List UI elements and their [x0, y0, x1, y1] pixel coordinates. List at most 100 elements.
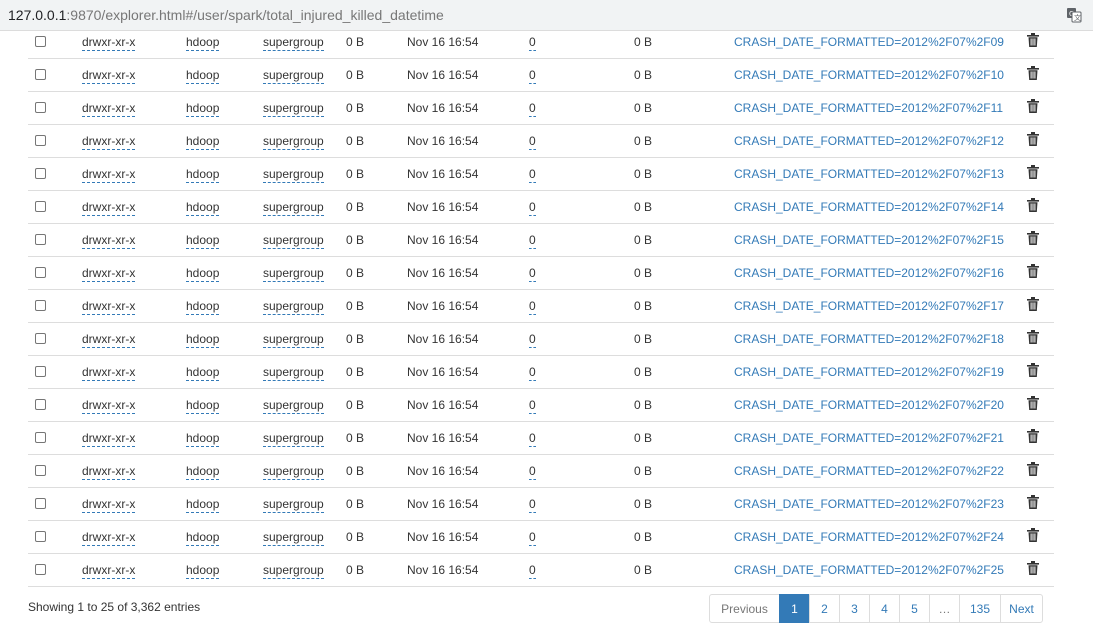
replication-cell[interactable]: 0 [529, 497, 536, 513]
permission-cell[interactable]: drwxr-xr-x [82, 134, 136, 150]
permission-cell[interactable]: drwxr-xr-x [82, 497, 136, 513]
group-cell[interactable]: supergroup [263, 365, 324, 381]
trash-icon[interactable] [1027, 165, 1039, 179]
directory-name-link[interactable]: CRASH_DATE_FORMATTED=2012%2F07%2F23 [734, 497, 1004, 511]
group-cell[interactable]: supergroup [263, 35, 324, 51]
page-5-button[interactable]: 5 [899, 594, 930, 623]
group-cell[interactable]: supergroup [263, 101, 324, 117]
directory-name-link[interactable]: CRASH_DATE_FORMATTED=2012%2F07%2F16 [734, 266, 1004, 280]
row-checkbox[interactable] [35, 399, 46, 410]
row-checkbox[interactable] [35, 168, 46, 179]
page-1-button[interactable]: 1 [779, 594, 810, 623]
trash-icon[interactable] [1027, 561, 1039, 575]
owner-cell[interactable]: hdoop [186, 464, 220, 480]
group-cell[interactable]: supergroup [263, 563, 324, 579]
group-cell[interactable]: supergroup [263, 497, 324, 513]
replication-cell[interactable]: 0 [529, 134, 536, 150]
row-checkbox[interactable] [35, 531, 46, 542]
trash-icon[interactable] [1027, 429, 1039, 443]
directory-name-link[interactable]: CRASH_DATE_FORMATTED=2012%2F07%2F15 [734, 233, 1004, 247]
page-2-button[interactable]: 2 [809, 594, 840, 623]
group-cell[interactable]: supergroup [263, 134, 324, 150]
directory-name-link[interactable]: CRASH_DATE_FORMATTED=2012%2F07%2F14 [734, 200, 1004, 214]
replication-cell[interactable]: 0 [529, 35, 536, 51]
replication-cell[interactable]: 0 [529, 398, 536, 414]
permission-cell[interactable]: drwxr-xr-x [82, 68, 136, 84]
replication-cell[interactable]: 0 [529, 332, 536, 348]
permission-cell[interactable]: drwxr-xr-x [82, 563, 136, 579]
directory-name-link[interactable]: CRASH_DATE_FORMATTED=2012%2F07%2F10 [734, 68, 1004, 82]
owner-cell[interactable]: hdoop [186, 266, 220, 282]
trash-icon[interactable] [1027, 132, 1039, 146]
permission-cell[interactable]: drwxr-xr-x [82, 101, 136, 117]
row-checkbox[interactable] [35, 102, 46, 113]
trash-icon[interactable] [1027, 396, 1039, 410]
row-checkbox[interactable] [35, 498, 46, 509]
owner-cell[interactable]: hdoop [186, 530, 220, 546]
owner-cell[interactable]: hdoop [186, 563, 220, 579]
owner-cell[interactable]: hdoop [186, 167, 220, 183]
group-cell[interactable]: supergroup [263, 266, 324, 282]
directory-name-link[interactable]: CRASH_DATE_FORMATTED=2012%2F07%2F12 [734, 134, 1004, 148]
trash-icon[interactable] [1027, 528, 1039, 542]
trash-icon[interactable] [1027, 462, 1039, 476]
owner-cell[interactable]: hdoop [186, 398, 220, 414]
directory-name-link[interactable]: CRASH_DATE_FORMATTED=2012%2F07%2F25 [734, 563, 1004, 577]
owner-cell[interactable]: hdoop [186, 365, 220, 381]
translate-icon[interactable]: G 文 [1066, 7, 1082, 23]
replication-cell[interactable]: 0 [529, 431, 536, 447]
trash-icon[interactable] [1027, 231, 1039, 245]
owner-cell[interactable]: hdoop [186, 68, 220, 84]
replication-cell[interactable]: 0 [529, 68, 536, 84]
trash-icon[interactable] [1027, 264, 1039, 278]
row-checkbox[interactable] [35, 333, 46, 344]
replication-cell[interactable]: 0 [529, 233, 536, 249]
row-checkbox[interactable] [35, 201, 46, 212]
page-3-button[interactable]: 3 [839, 594, 870, 623]
directory-name-link[interactable]: CRASH_DATE_FORMATTED=2012%2F07%2F24 [734, 530, 1004, 544]
row-checkbox[interactable] [35, 234, 46, 245]
trash-icon[interactable] [1027, 297, 1039, 311]
permission-cell[interactable]: drwxr-xr-x [82, 200, 136, 216]
directory-name-link[interactable]: CRASH_DATE_FORMATTED=2012%2F07%2F17 [734, 299, 1004, 313]
permission-cell[interactable]: drwxr-xr-x [82, 431, 136, 447]
permission-cell[interactable]: drwxr-xr-x [82, 266, 136, 282]
replication-cell[interactable]: 0 [529, 464, 536, 480]
trash-icon[interactable] [1027, 99, 1039, 113]
next-page-button[interactable]: Next [1000, 594, 1043, 623]
replication-cell[interactable]: 0 [529, 266, 536, 282]
directory-name-link[interactable]: CRASH_DATE_FORMATTED=2012%2F07%2F09 [734, 35, 1004, 49]
permission-cell[interactable]: drwxr-xr-x [82, 365, 136, 381]
owner-cell[interactable]: hdoop [186, 101, 220, 117]
group-cell[interactable]: supergroup [263, 332, 324, 348]
owner-cell[interactable]: hdoop [186, 497, 220, 513]
url-text[interactable]: 127.0.0.1:9870/explorer.html#/user/spark… [8, 7, 444, 23]
group-cell[interactable]: supergroup [263, 200, 324, 216]
trash-icon[interactable] [1027, 33, 1039, 47]
permission-cell[interactable]: drwxr-xr-x [82, 398, 136, 414]
row-checkbox[interactable] [35, 69, 46, 80]
page-135-button[interactable]: 135 [959, 594, 1001, 623]
permission-cell[interactable]: drwxr-xr-x [82, 299, 136, 315]
group-cell[interactable]: supergroup [263, 530, 324, 546]
replication-cell[interactable]: 0 [529, 200, 536, 216]
trash-icon[interactable] [1027, 330, 1039, 344]
row-checkbox[interactable] [35, 366, 46, 377]
directory-name-link[interactable]: CRASH_DATE_FORMATTED=2012%2F07%2F19 [734, 365, 1004, 379]
group-cell[interactable]: supergroup [263, 68, 324, 84]
permission-cell[interactable]: drwxr-xr-x [82, 332, 136, 348]
permission-cell[interactable]: drwxr-xr-x [82, 167, 136, 183]
replication-cell[interactable]: 0 [529, 530, 536, 546]
owner-cell[interactable]: hdoop [186, 200, 220, 216]
owner-cell[interactable]: hdoop [186, 299, 220, 315]
row-checkbox[interactable] [35, 432, 46, 443]
replication-cell[interactable]: 0 [529, 563, 536, 579]
directory-name-link[interactable]: CRASH_DATE_FORMATTED=2012%2F07%2F18 [734, 332, 1004, 346]
trash-icon[interactable] [1027, 363, 1039, 377]
directory-name-link[interactable]: CRASH_DATE_FORMATTED=2012%2F07%2F22 [734, 464, 1004, 478]
directory-name-link[interactable]: CRASH_DATE_FORMATTED=2012%2F07%2F11 [734, 101, 1003, 115]
directory-name-link[interactable]: CRASH_DATE_FORMATTED=2012%2F07%2F20 [734, 398, 1004, 412]
group-cell[interactable]: supergroup [263, 464, 324, 480]
owner-cell[interactable]: hdoop [186, 35, 220, 51]
trash-icon[interactable] [1027, 198, 1039, 212]
